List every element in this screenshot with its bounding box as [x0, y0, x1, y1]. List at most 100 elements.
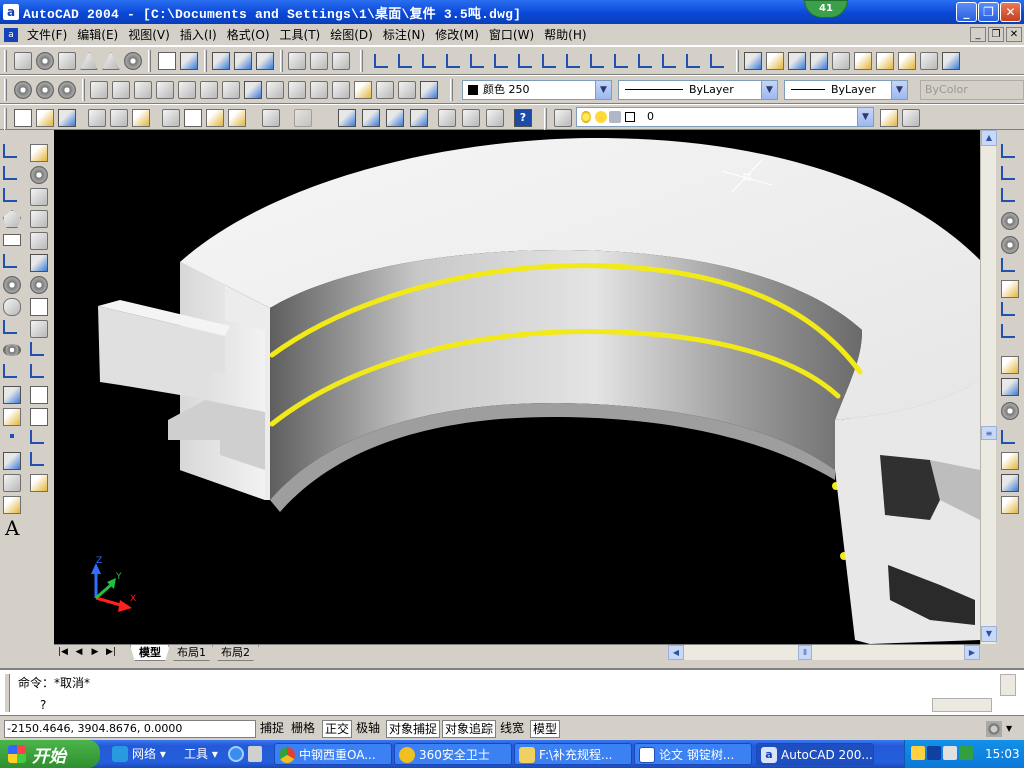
intersect-icon[interactable]	[58, 81, 76, 99]
taskbar-button[interactable]: 论文 钢锭树...	[634, 743, 752, 765]
tray-speaker-icon[interactable]	[943, 746, 957, 760]
pan-icon[interactable]	[338, 109, 356, 127]
first-tab-icon[interactable]: |◀	[56, 646, 70, 660]
coordinate-display[interactable]: -2150.4646, 3904.8676, 0.0000	[4, 720, 256, 738]
toolbar-grip[interactable]	[148, 50, 151, 72]
chevron-down-icon[interactable]: ▼	[761, 81, 777, 99]
scroll-up-icon[interactable]: ▲	[981, 130, 997, 146]
taskbar-button[interactable]: 360安全卫士	[394, 743, 512, 765]
extrude-icon[interactable]	[158, 52, 176, 70]
publish-icon[interactable]	[132, 109, 150, 127]
imprint-icon[interactable]	[310, 81, 328, 99]
toolbar-grip[interactable]	[82, 79, 85, 101]
ucs-named-icon[interactable]	[662, 54, 676, 68]
toolbar-grip[interactable]	[450, 79, 453, 101]
command-prompt[interactable]: ?	[40, 698, 46, 712]
point-icon[interactable]	[10, 434, 14, 438]
network-quicklaunch[interactable]: 网络 ▾	[108, 743, 180, 765]
open-icon[interactable]	[36, 109, 54, 127]
lights-icon[interactable]	[810, 52, 828, 70]
taper-faces-icon[interactable]	[200, 81, 218, 99]
rotate-faces-icon[interactable]	[178, 81, 196, 99]
grid-toggle[interactable]: 栅格	[289, 720, 317, 738]
communication-center-icon[interactable]	[986, 721, 1002, 737]
chamfer-icon[interactable]	[30, 430, 44, 444]
quick-dimension-icon[interactable]	[1001, 280, 1019, 298]
polar-toggle[interactable]: 极轴	[354, 720, 382, 738]
ucs-z-icon[interactable]	[614, 54, 628, 68]
torus-icon[interactable]	[124, 52, 142, 70]
zoom-realtime-icon[interactable]	[362, 109, 380, 127]
ellipse-arc-icon[interactable]	[3, 364, 17, 378]
dimension-update-icon[interactable]	[1001, 474, 1019, 492]
table-icon[interactable]	[3, 496, 21, 514]
offset-icon[interactable]	[30, 210, 48, 228]
ortho-toggle[interactable]: 正交	[322, 720, 353, 738]
tab-layout1[interactable]: 布局1	[168, 645, 215, 661]
shell-icon[interactable]	[376, 81, 394, 99]
doc-close-button[interactable]: ✕	[1006, 27, 1022, 42]
ucs-y-icon[interactable]	[590, 54, 604, 68]
autocad-app-icon[interactable]: a	[3, 4, 19, 20]
redo-icon[interactable]	[294, 109, 312, 127]
tool-palettes-icon[interactable]	[486, 109, 504, 127]
copy-icon[interactable]	[184, 109, 202, 127]
separate-icon[interactable]	[354, 81, 372, 99]
ellipse-icon[interactable]	[3, 344, 21, 356]
ucs-world-icon[interactable]	[398, 54, 412, 68]
erase-icon[interactable]	[30, 144, 48, 162]
paste-icon[interactable]	[206, 109, 224, 127]
quicklaunch-extra-icon[interactable]	[248, 746, 262, 762]
rotate-icon[interactable]	[30, 276, 48, 294]
color-edges-icon[interactable]	[288, 81, 306, 99]
section-icon[interactable]	[234, 52, 252, 70]
help-icon[interactable]: ?	[514, 109, 532, 127]
layer-control[interactable]: 0 ▼	[576, 107, 874, 127]
ucs-origin-icon[interactable]	[494, 54, 508, 68]
save-icon[interactable]	[58, 109, 76, 127]
diameter-dimension-icon[interactable]	[1001, 236, 1019, 254]
continue-dimension-icon[interactable]	[1001, 324, 1015, 338]
ucs-prev-icon[interactable]	[686, 54, 700, 68]
subtract-icon[interactable]	[36, 81, 54, 99]
zoom-window-icon[interactable]	[386, 109, 404, 127]
linetype-control[interactable]: ByLayer ▼	[618, 80, 778, 100]
make-block-icon[interactable]	[3, 408, 21, 426]
layer-manager-icon[interactable]	[554, 109, 572, 127]
taskbar-button[interactable]: F:\补充规程...	[514, 743, 632, 765]
fillet-icon[interactable]	[30, 452, 44, 466]
chevron-down-icon[interactable]: ▼	[595, 81, 611, 99]
render-icon[interactable]	[766, 52, 784, 70]
dimension-text-edit-icon[interactable]	[1001, 452, 1019, 470]
command-hscroll[interactable]	[932, 698, 992, 712]
dimension-edit-icon[interactable]	[1001, 430, 1015, 444]
revolve-icon[interactable]	[180, 52, 198, 70]
construction-line-icon[interactable]	[3, 166, 17, 180]
tools-quicklaunch[interactable]: 工具 ▾	[178, 743, 234, 765]
menu-edit[interactable]: 编辑(E)	[72, 26, 123, 43]
taskbar-button[interactable]: 中钢西重OA...	[274, 743, 392, 765]
slice-icon[interactable]	[212, 52, 230, 70]
menu-help[interactable]: 帮助(H)	[539, 26, 591, 43]
ucs-apply-icon[interactable]	[638, 54, 652, 68]
print-preview-icon[interactable]	[110, 109, 128, 127]
document-icon[interactable]: a	[4, 27, 18, 42]
region-icon[interactable]	[3, 474, 21, 492]
circle-icon[interactable]	[3, 276, 21, 294]
minimize-button[interactable]: _	[956, 2, 977, 22]
menu-file[interactable]: 文件(F)	[22, 26, 72, 43]
undo-icon[interactable]	[262, 109, 280, 127]
extend-icon[interactable]	[30, 364, 44, 378]
menu-dimension[interactable]: 标注(N)	[378, 26, 430, 43]
model-toggle[interactable]: 模型	[530, 720, 561, 738]
toolbar-grip[interactable]	[204, 50, 207, 72]
spline-icon[interactable]	[3, 320, 17, 334]
materials-icon[interactable]	[832, 52, 850, 70]
move-faces-icon[interactable]	[112, 81, 130, 99]
angular-dimension-icon[interactable]	[1001, 258, 1015, 272]
snap-toggle[interactable]: 捕捉	[258, 720, 286, 738]
background-icon[interactable]	[898, 52, 916, 70]
lock-icon[interactable]	[609, 111, 621, 123]
stretch-icon[interactable]	[30, 320, 48, 338]
fog-icon[interactable]	[920, 52, 938, 70]
